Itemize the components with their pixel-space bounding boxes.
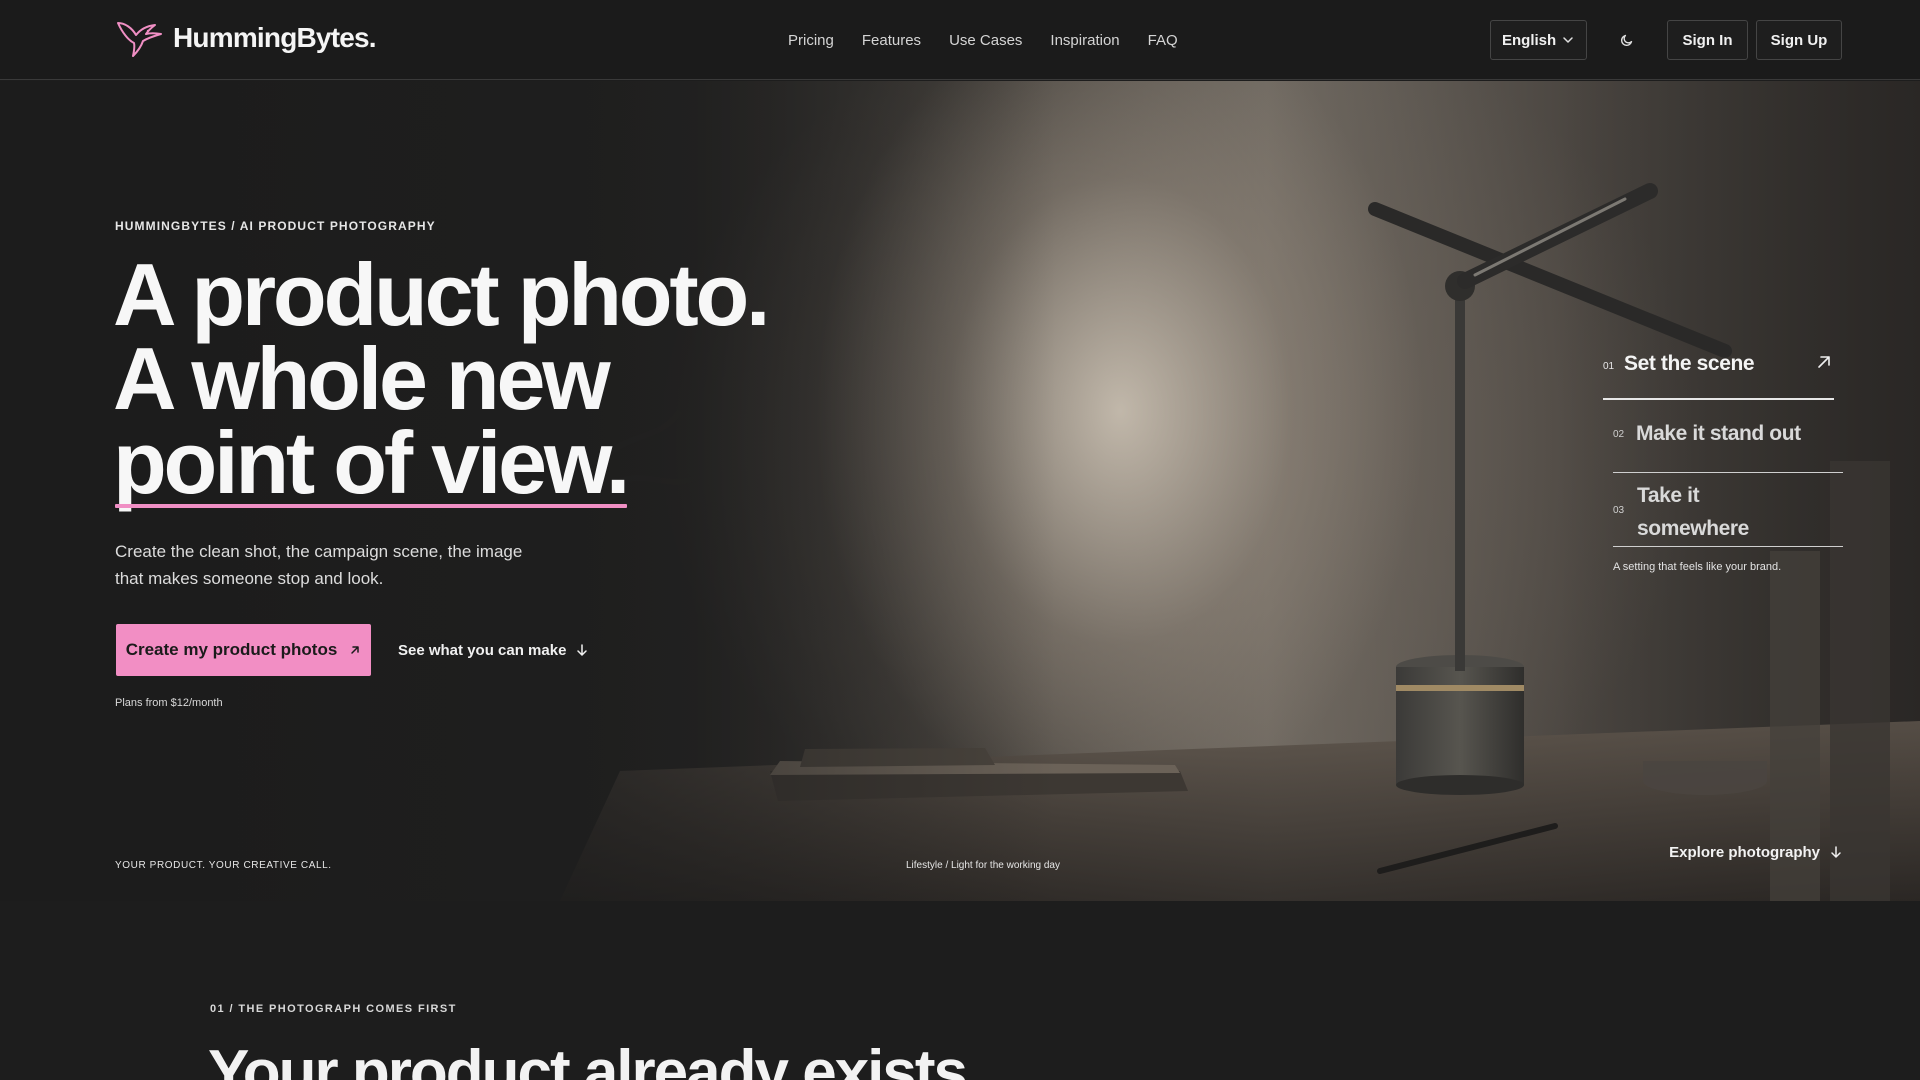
hummingbird-icon: [117, 22, 162, 57]
header-actions: English Sign In Sign Up: [1490, 20, 1842, 60]
explore-photography-link[interactable]: Explore photography: [1669, 841, 1842, 863]
step-set-the-scene[interactable]: 01 Set the scene: [1603, 340, 1834, 400]
arrow-up-right-icon: [351, 646, 360, 654]
section-eyebrow: 01 / THE PHOTOGRAPH COMES FIRST: [210, 1003, 457, 1015]
explore-label: Explore photography: [1669, 843, 1820, 861]
theme-toggle-button[interactable]: [1603, 20, 1651, 60]
cta-secondary-label: See what you can make: [398, 641, 567, 659]
hero-headline: A product photo. A whole new point of vi…: [113, 245, 813, 512]
nav-inspiration[interactable]: Inspiration: [1050, 32, 1119, 49]
step-number: 02: [1613, 429, 1625, 440]
arrow-down-icon: [1831, 846, 1841, 858]
step-take-it-somewhere[interactable]: 03 Take it somewhere: [1613, 474, 1843, 547]
image-caption: Lifestyle / Light for the working day: [906, 860, 1060, 871]
hero-eyebrow: HUMMINGBYTES / AI PRODUCT PHOTOGRAPHY: [115, 219, 436, 233]
pricing-note: Plans from $12/month: [115, 697, 223, 709]
see-what-you-can-make-link[interactable]: See what you can make: [398, 624, 588, 676]
headline-line-3: point of view.: [113, 413, 630, 512]
nav-use-cases[interactable]: Use Cases: [949, 32, 1022, 49]
hero-section: HUMMINGBYTES / AI PRODUCT PHOTOGRAPHY A …: [0, 81, 1920, 901]
create-product-photos-button[interactable]: Create my product photos: [116, 624, 371, 676]
headline-line-2: A whole new: [113, 329, 611, 428]
arrow-down-icon: [577, 644, 588, 656]
step-title: Set the scene: [1624, 352, 1755, 375]
headline-line-1: A product photo.: [113, 245, 770, 344]
step-caption: A setting that feels like your brand.: [1613, 561, 1782, 573]
step-title: Take it somewhere: [1637, 484, 1749, 540]
hero-subcopy: Create the clean shot, the campaign scen…: [115, 542, 523, 588]
hero-tagline: YOUR PRODUCT. YOUR CREATIVE CALL.: [115, 860, 332, 871]
step-number: 03: [1613, 505, 1625, 516]
nav-features[interactable]: Features: [862, 32, 921, 49]
main-nav: Pricing Features Use Cases Inspiration F…: [788, 26, 1178, 54]
step-title: Make it stand out: [1636, 422, 1801, 445]
site-header: HummingBytes. Pricing Features Use Cases…: [0, 0, 1920, 80]
arrow-up-right-icon: [1818, 356, 1830, 368]
step-number: 01: [1603, 361, 1615, 372]
sign-up-button[interactable]: Sign Up: [1756, 20, 1842, 60]
chevron-down-icon: [1563, 37, 1573, 43]
language-select[interactable]: English: [1490, 20, 1587, 60]
section-title: Your product already exists.: [208, 1038, 983, 1080]
brand-name: HummingBytes.: [173, 22, 377, 53]
step-make-it-stand-out[interactable]: 02 Make it stand out: [1613, 400, 1843, 473]
nav-pricing[interactable]: Pricing: [788, 32, 834, 49]
brand-logo[interactable]: HummingBytes.: [115, 16, 377, 60]
cta-primary-label: Create my product photos: [125, 640, 338, 659]
sign-in-button[interactable]: Sign In: [1667, 20, 1748, 60]
language-value: English: [1502, 31, 1557, 49]
nav-faq[interactable]: FAQ: [1148, 32, 1178, 49]
moon-icon: [1620, 34, 1633, 47]
